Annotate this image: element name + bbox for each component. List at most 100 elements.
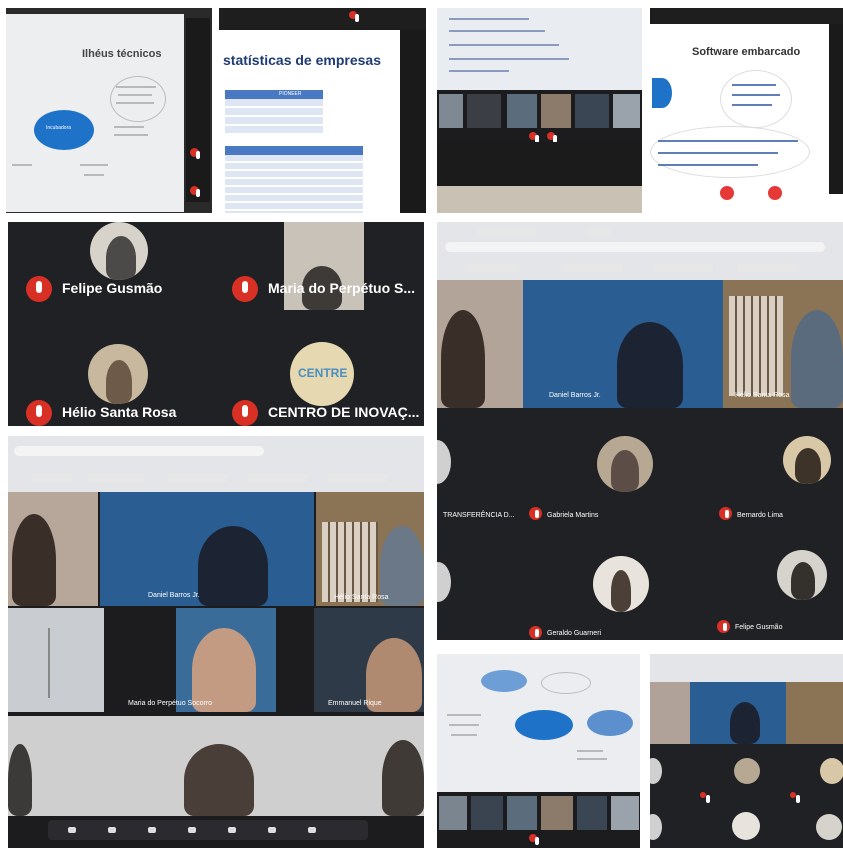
control-bar <box>48 820 368 840</box>
thumb <box>439 796 467 830</box>
participant-name: CENTRO DE INOVAÇ... <box>268 404 420 420</box>
video-tile <box>8 608 104 712</box>
tile-name: Daniel Barros Jr. <box>148 592 200 599</box>
table-header <box>225 90 323 99</box>
video-strip <box>437 792 640 848</box>
person-silhouette <box>611 570 631 612</box>
toolbar-button[interactable] <box>308 827 316 833</box>
bookmark[interactable] <box>32 474 72 482</box>
slide-page: Ilhéus técnicos Incubadora <box>6 14 184 212</box>
bubble <box>481 670 527 692</box>
text-line <box>732 84 776 86</box>
toolbar-button[interactable] <box>108 827 116 833</box>
avatar <box>732 812 760 840</box>
mic-off-icon <box>547 132 557 143</box>
text-line <box>658 152 778 154</box>
address-bar[interactable] <box>445 242 825 252</box>
video-tile: Maria do Perpétuo Socorro <box>128 608 276 712</box>
bookmark[interactable] <box>653 264 713 272</box>
text-line <box>732 104 772 106</box>
person-silhouette <box>791 310 843 408</box>
center-bubble-label: Incubadora <box>46 125 72 131</box>
text-line <box>658 140 798 142</box>
text-line <box>116 86 156 88</box>
video-tile <box>8 492 98 606</box>
bubble <box>587 710 633 736</box>
bookmark[interactable] <box>467 264 517 272</box>
mic-off-icon <box>529 132 539 143</box>
thumb <box>577 796 607 830</box>
text-line <box>84 174 104 176</box>
window-frame <box>48 628 50 698</box>
mic-off-icon <box>717 620 730 633</box>
mic-off-icon <box>700 792 710 803</box>
browser-chrome <box>437 222 843 280</box>
bookmark[interactable] <box>328 474 388 482</box>
avatar <box>777 550 827 600</box>
bookmark[interactable] <box>737 264 797 272</box>
slide-topbar <box>219 8 426 30</box>
browser-tab[interactable] <box>477 228 537 236</box>
tile-name: Hélio Santa Rosa <box>735 392 790 399</box>
bubble <box>515 710 573 740</box>
data-table-1 <box>225 99 323 135</box>
text-line <box>449 30 545 32</box>
thumb <box>575 94 609 128</box>
mic-off-icon <box>529 834 539 845</box>
text-line <box>116 102 154 104</box>
bookmark[interactable] <box>88 474 144 482</box>
toolbar-button[interactable] <box>228 827 236 833</box>
avatar <box>437 562 451 602</box>
toolbar-button[interactable] <box>148 827 156 833</box>
avatar <box>437 440 451 484</box>
avatar <box>593 556 649 612</box>
video-tile: Hélio Santa Rosa <box>316 492 424 606</box>
browser-tab[interactable] <box>587 228 611 236</box>
toolbar-button[interactable] <box>188 827 196 833</box>
avatar <box>783 436 831 484</box>
thumb <box>507 94 537 128</box>
text-line <box>114 134 148 136</box>
text-line <box>451 734 477 736</box>
bookmark[interactable] <box>168 474 228 482</box>
thumb <box>611 796 639 830</box>
mic-off-icon <box>232 400 258 426</box>
browser-chrome <box>8 436 424 492</box>
thumb <box>471 796 503 830</box>
person-silhouette <box>382 740 424 816</box>
video-tile <box>437 280 523 408</box>
table-header <box>225 146 363 155</box>
laptop-panel-bubbles <box>437 654 640 848</box>
side-strip <box>829 24 843 194</box>
person-silhouette <box>441 310 485 408</box>
bookshelf <box>322 522 378 602</box>
address-bar[interactable] <box>14 446 264 456</box>
toolbar-button[interactable] <box>68 827 76 833</box>
participant-name: Hélio Santa Rosa <box>62 404 177 420</box>
mic-off-icon <box>190 148 200 159</box>
text-line <box>449 58 569 60</box>
text-line <box>449 70 509 72</box>
laptop-bezel <box>437 142 642 186</box>
toolbar-button[interactable] <box>268 827 276 833</box>
side-strip <box>186 18 210 202</box>
bookshelf <box>729 296 783 396</box>
video-tile: Daniel Barros Jr. <box>523 280 723 408</box>
person-silhouette <box>791 562 815 600</box>
slide-panel-ilheus: Ilhéus técnicos Incubadora <box>6 8 212 213</box>
text-line <box>577 750 603 752</box>
thumb <box>439 94 463 128</box>
text-line <box>447 714 481 716</box>
text-line <box>80 164 108 166</box>
mic-off-icon <box>790 792 800 803</box>
bookmark[interactable] <box>248 474 308 482</box>
mic-off-icon <box>232 276 258 302</box>
text-line <box>12 164 32 166</box>
outline-bubble <box>110 76 166 122</box>
video-tile <box>690 682 786 744</box>
text-line <box>449 724 479 726</box>
bookmark[interactable] <box>563 264 623 272</box>
mic-off-icon <box>529 626 542 639</box>
person-silhouette <box>12 514 56 606</box>
slide-topbar <box>650 8 843 24</box>
